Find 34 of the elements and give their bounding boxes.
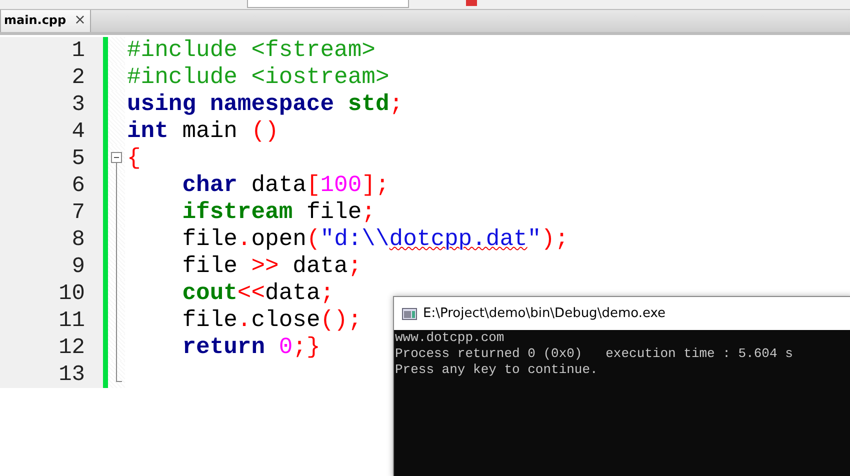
code-line: int main () — [126, 118, 279, 145]
line-number: 3 — [0, 91, 103, 118]
line-number: 1 — [0, 37, 103, 64]
code-line: char data[100]; — [181, 172, 390, 199]
console-output-line: www.dotcpp.com — [394, 330, 506, 346]
console-output-line: Press any key to continue. — [394, 362, 599, 378]
editor-tab[interactable]: main.cpp × — [0, 9, 91, 32]
window-icon — [402, 308, 417, 320]
line-number: 13 — [0, 361, 103, 388]
toolbar-dropdown[interactable] — [247, 0, 409, 8]
line-number: 12 — [0, 334, 103, 361]
line-number: 11 — [0, 307, 103, 334]
window-title: E:\Project\demo\bin\Debug\demo.exe — [423, 306, 666, 321]
code-line: { — [126, 145, 141, 172]
line-number: 10 — [0, 280, 103, 307]
fold-toggle-icon[interactable] — [111, 152, 122, 163]
console-output-line: Process returned 0 (0x0) execution time : 5.604 s — [394, 346, 794, 362]
code-line: #include <fstream> — [126, 37, 376, 64]
line-number: 5 — [0, 145, 103, 172]
code-line: file.close(); — [181, 307, 362, 334]
code-line: return 0;} — [181, 334, 320, 361]
code-line: file.open("d:\\dotcpp.dat"); — [181, 226, 569, 253]
close-icon[interactable]: × — [74, 13, 86, 32]
code-line: ifstream file; — [181, 199, 376, 226]
line-number: 4 — [0, 118, 103, 145]
code-line: cout<<data; — [181, 280, 334, 307]
line-number: 6 — [0, 172, 103, 199]
code-line: using namespace std; — [126, 91, 404, 118]
line-number: 8 — [0, 226, 103, 253]
line-number: 9 — [0, 253, 103, 280]
code-line: #include <iostream> — [126, 64, 390, 91]
line-number: 7 — [0, 199, 103, 226]
line-number: 2 — [0, 64, 103, 91]
code-line: file >> data; — [181, 253, 362, 280]
